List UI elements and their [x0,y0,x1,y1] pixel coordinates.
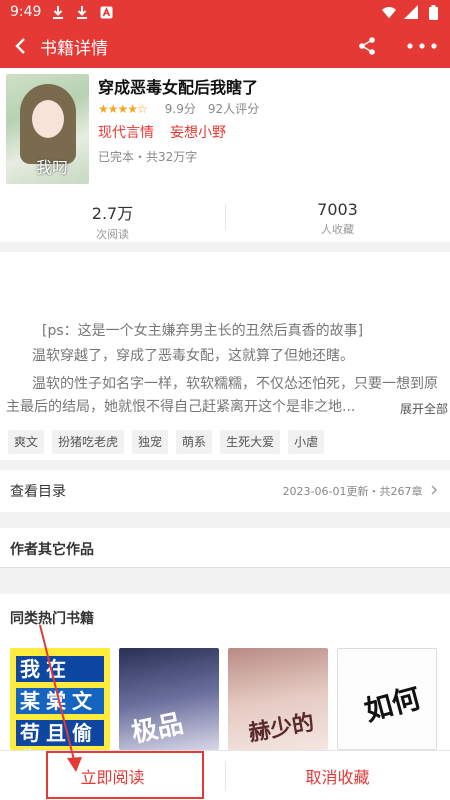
share-icon [359,37,375,55]
read-count-label: 次阅读 [96,228,129,241]
download-icon [75,5,89,19]
expand-all-button[interactable]: 展开全部 [396,400,449,417]
book-status: 已完本・共32万字 [98,150,198,164]
cancel-collection-label: 取消收藏 [305,768,370,787]
cover-text: 苟且偷生 [16,720,104,750]
signal-icon [404,5,418,19]
star-rating-icon: ★★★★☆ [98,101,148,116]
page-title: 书籍详情 [40,38,108,59]
cover-text: 赫少的 [246,709,317,747]
more-dots-icon [407,43,437,49]
tag-chip[interactable]: 小虐 [288,430,325,454]
table-of-contents-row[interactable]: 查看目录 2023-06-01更新・共267章 [0,470,450,512]
tag-chip[interactable]: 扮猪吃老虎 [52,430,125,454]
back-button[interactable] [0,24,40,68]
tag-chip[interactable]: 萌系 [176,430,213,454]
toc-meta: 2023-06-01更新・共267章 [283,483,438,499]
cover-text: 我在 [16,656,104,682]
app-bar: 书籍详情 [0,24,450,68]
tag-chip[interactable]: 爽文 [8,430,45,454]
cover-text: 如何 [361,681,424,728]
read-count-value: 2.7万 [91,204,134,223]
back-arrow-icon [15,38,25,54]
intro-line: [ps：这是一个女主嫌弃男主长的丑然后真香的故事] [42,323,364,339]
rating-count: 92人评分 [207,102,260,116]
status-bar: 9:49 [0,0,450,24]
share-button[interactable] [352,32,382,60]
read-count-stat: 2.7万 次阅读 [0,200,225,242]
chevron-right-icon [431,485,437,495]
tag-list: 爽文 扮猪吃老虎 独宠 萌系 生死大爱 小虐 [8,430,325,454]
cover-illustration-face [32,100,64,138]
status-time: 9:49 [10,4,42,20]
intro-line: 温软穿越了，穿成了恶毒女配，这就算了但她还瞎。 [32,348,354,364]
download-icon [51,5,65,19]
more-button[interactable] [400,32,444,60]
author-link[interactable]: 妄想小野 [170,122,226,142]
bottom-action-bar: 立即阅读 取消收藏 [0,750,450,800]
book-rating: ★★★★☆ 9.9分 92人评分 [98,100,259,117]
similar-book-cover[interactable]: 如何 [337,648,437,750]
app-notification-icon [99,5,113,19]
book-cover[interactable]: 我叼 [6,74,89,184]
similar-books-section: 同类热门书籍 我在 某棠文 苟且偷生 极品 赫少的 如何 [0,594,450,750]
collect-count-stat: 7003 人收藏 [225,200,450,237]
author-works-section: 作者其它作品 [0,528,450,568]
collect-count-label: 人收藏 [321,223,354,236]
author-works-title: 作者其它作品 [10,542,94,558]
book-title: 穿成恶毒女配后我瞎了 [98,78,259,97]
intro-line: 温软的性子如名字一样，软软糯糯，不仅怂还怕死，只要一想到原主最后的结局，她就恨不… [6,376,438,415]
book-info-card: 我叼 穿成恶毒女配后我瞎了 ★★★★☆ 9.9分 92人评分 现代言情 妄想小野… [0,68,450,242]
similar-book-cover[interactable]: 极品 [119,648,219,750]
category-link[interactable]: 现代言情 [98,122,154,142]
toc-label: 查看目录 [10,484,66,500]
blank-panel [0,252,450,312]
cancel-collection-button[interactable]: 取消收藏 [225,751,450,800]
wifi-icon [382,5,396,19]
cover-text: 我叼 [36,158,69,177]
similar-book-cover[interactable]: 赫少的 [228,648,328,750]
book-intro: [ps：这是一个女主嫌弃男主长的丑然后真香的故事] 温软穿越了，穿成了恶毒女配，… [0,312,450,460]
cover-text: 某棠文 [16,688,104,714]
rating-score: 9.9分 [164,102,196,116]
similar-books-title: 同类热门书籍 [10,611,94,627]
highlight-frame [46,751,204,799]
toc-meta-text: 2023-06-01更新・共267章 [282,485,423,498]
tag-chip[interactable]: 独宠 [132,430,169,454]
battery-icon [426,4,440,20]
tag-chip[interactable]: 生死大爱 [220,430,281,454]
collect-count-value: 7003 [317,200,358,219]
cover-text: 极品 [128,708,187,750]
book-meta-links: 现代言情 妄想小野 [98,122,226,142]
similar-book-cover[interactable]: 我在 某棠文 苟且偷生 [10,648,110,750]
read-now-button[interactable]: 立即阅读 [0,751,225,800]
